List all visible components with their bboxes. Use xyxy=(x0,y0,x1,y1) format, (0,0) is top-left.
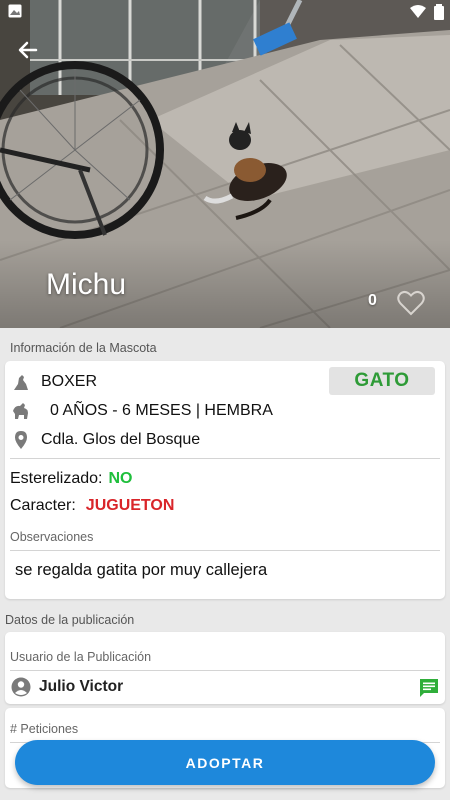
dog-age-icon xyxy=(13,403,28,419)
age-sex-text: 0 AÑOS - 6 MESES | HEMBRA xyxy=(50,402,273,419)
divider xyxy=(10,458,440,459)
back-arrow-icon[interactable] xyxy=(14,36,42,64)
observations-label: Observaciones xyxy=(10,530,94,544)
wifi-icon xyxy=(410,5,426,18)
pet-type-badge: GATO xyxy=(329,367,435,395)
user-label: Usuario de la Publicación xyxy=(10,650,152,664)
heart-outline-icon[interactable] xyxy=(397,290,425,316)
publisher-name: Julio Victor xyxy=(39,678,124,695)
character-row: Caracter: JUGUETON xyxy=(10,497,174,515)
status-icons xyxy=(410,2,444,22)
dog-breed-icon xyxy=(14,375,28,390)
location-text: Cdla. Glos del Bosque xyxy=(41,431,201,448)
battery-icon xyxy=(434,4,444,20)
info-section-title: Información de la Mascota xyxy=(10,341,157,355)
observations-text: se regalda gatita por muy callejera xyxy=(15,561,268,579)
breed-text: BOXER xyxy=(41,373,98,390)
requests-label: # Peticiones xyxy=(10,722,79,736)
publisher-row: Julio Victor xyxy=(11,677,123,697)
divider xyxy=(10,550,440,551)
status-bar xyxy=(0,0,450,24)
divider xyxy=(10,670,440,671)
sterilized-label: Esterelizado: xyxy=(10,470,103,487)
location-row: Cdla. Glos del Bosque xyxy=(11,430,200,450)
image-icon xyxy=(8,4,22,18)
breed-row: BOXER xyxy=(11,372,97,392)
publication-section-title: Datos de la publicación xyxy=(5,613,135,627)
sterilized-value: NO xyxy=(108,470,133,487)
character-value: JUGUETON xyxy=(85,497,175,514)
character-label: Caracter: xyxy=(10,497,76,514)
chat-icon[interactable] xyxy=(419,678,439,698)
adopt-button[interactable]: ADOPTAR xyxy=(15,740,435,785)
pet-name: Michu xyxy=(46,268,127,301)
sterilized-row: Esterelizado: NO xyxy=(10,470,133,488)
location-pin-icon xyxy=(15,431,27,449)
age-sex-row: 0 AÑOS - 6 MESES | HEMBRA xyxy=(11,401,273,421)
likes-count: 0 xyxy=(368,292,377,309)
pet-photo: Michu 0 xyxy=(0,0,450,328)
account-circle-icon xyxy=(11,677,31,697)
